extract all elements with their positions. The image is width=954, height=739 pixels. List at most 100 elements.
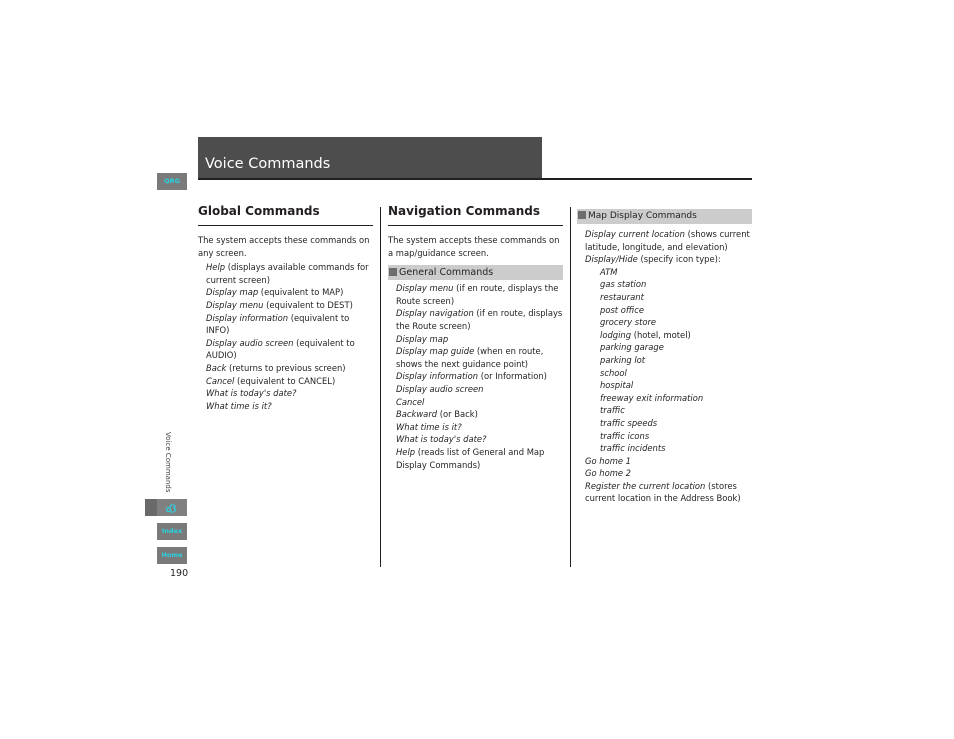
command-phrase: Display/Hide — [585, 254, 638, 265]
command-phrase: post office — [600, 304, 645, 315]
navigation-commands-heading: Navigation Commands — [388, 205, 563, 226]
global-commands-section: Global Commands The system accepts these… — [198, 205, 373, 412]
command-item: Register the current location (stores cu… — [585, 480, 752, 505]
page-number: 190 — [170, 568, 189, 579]
command-item: parking lot — [585, 354, 752, 367]
chapter-label: Voice Commands — [164, 432, 172, 493]
command-item: Display audio screen — [396, 383, 563, 396]
map-display-commands-label: Map Display Commands — [588, 211, 697, 221]
command-item: Display audio screen (equivalent to AUDI… — [206, 337, 373, 362]
command-item: Display menu (if en route, displays the … — [396, 282, 563, 307]
command-item: school — [585, 367, 752, 380]
command-phrase: freeway exit information — [600, 392, 704, 403]
home-label: Home — [161, 551, 183, 559]
command-phrase: Register the current location — [585, 480, 706, 491]
command-phrase: Display audio screen — [396, 383, 484, 394]
command-item: traffic speeds — [585, 417, 752, 430]
command-phrase: Go home 2 — [585, 468, 632, 479]
command-phrase: Help — [396, 446, 416, 457]
voice-commands-tab[interactable] — [145, 499, 187, 516]
command-phrase: traffic incidents — [600, 443, 666, 454]
command-phrase: Cancel — [206, 375, 235, 386]
command-item: Display current location (shows current … — [585, 228, 752, 253]
home-tab[interactable]: Home — [157, 547, 187, 564]
command-phrase: gas station — [600, 279, 647, 290]
command-item: What time is it? — [396, 421, 563, 434]
command-item: Display information (equivalent to INFO) — [206, 312, 373, 337]
command-phrase: traffic speeds — [600, 417, 658, 428]
command-item: Cancel (equivalent to CANCEL) — [206, 375, 373, 388]
command-description: (or Back) — [437, 409, 478, 420]
global-intro: The system accepts these commands on any… — [198, 235, 370, 258]
command-item: ATM — [585, 266, 752, 279]
command-phrase: Display map — [396, 333, 449, 344]
command-phrase: grocery store — [600, 317, 657, 328]
command-phrase: Display navigation — [396, 308, 474, 319]
map-display-commands-section: Map Display Commands Display current loc… — [577, 209, 752, 505]
command-phrase: Display menu — [396, 283, 454, 294]
command-item: lodging (hotel, motel) — [585, 329, 752, 342]
command-item: Display map — [396, 333, 563, 346]
command-phrase: What is today's date? — [396, 434, 487, 445]
command-phrase: restaurant — [600, 291, 644, 302]
command-item: Display menu (equivalent to DEST) — [206, 299, 373, 312]
command-description: (returns to previous screen) — [226, 362, 346, 373]
column-divider — [570, 207, 572, 567]
page-title-bar: Voice Commands — [198, 137, 542, 178]
command-item: parking garage — [585, 341, 752, 354]
command-description: (or Information) — [478, 371, 547, 382]
command-phrase: lodging — [600, 329, 632, 340]
command-item: Help (reads list of General and Map Disp… — [396, 446, 563, 471]
command-item: post office — [585, 304, 752, 317]
command-item: What is today's date? — [206, 387, 373, 400]
command-item: Go home 2 — [585, 467, 752, 480]
command-description: (reads list of General and Map Display C… — [396, 446, 545, 470]
section-square-icon — [389, 267, 397, 276]
command-phrase: What is today's date? — [206, 388, 297, 399]
command-phrase: hospital — [600, 380, 634, 391]
command-description: (equivalent to MAP) — [258, 287, 344, 298]
command-phrase: parking garage — [600, 342, 664, 353]
command-phrase: Display current location — [585, 229, 685, 239]
command-item: grocery store — [585, 316, 752, 329]
command-phrase: What time is it? — [396, 421, 462, 432]
command-item: freeway exit information — [585, 392, 752, 405]
command-item: What is today's date? — [396, 433, 563, 446]
command-phrase: Cancel — [396, 396, 425, 407]
command-phrase: Display information — [396, 371, 479, 382]
command-item: Back (returns to previous screen) — [206, 362, 373, 375]
index-label: Index — [161, 527, 183, 535]
global-command-list: Help (displays available commands for cu… — [198, 261, 373, 412]
navigation-intro: The system accepts these commands on a m… — [388, 235, 560, 258]
command-phrase: ATM — [600, 266, 618, 277]
qrg-tab[interactable]: QRG — [157, 173, 187, 190]
map-display-command-list: Display current location (shows current … — [577, 228, 752, 505]
command-item: Display map guide (when en route, shows … — [396, 345, 563, 370]
qrg-label: QRG — [164, 177, 180, 185]
general-commands-label: General Commands — [399, 267, 494, 279]
command-item: hospital — [585, 379, 752, 392]
command-item: What time is it? — [206, 400, 373, 413]
command-phrase: Backward — [396, 409, 438, 420]
command-phrase: Display audio screen — [206, 337, 294, 348]
command-item: gas station — [585, 278, 752, 291]
command-description: (displays available commands for current… — [206, 262, 369, 285]
command-item: Display information (or Information) — [396, 370, 563, 383]
command-item: traffic icons — [585, 430, 752, 443]
command-item: Cancel — [396, 396, 563, 409]
command-item: Display navigation (if en route, display… — [396, 307, 563, 332]
section-square-icon — [578, 210, 586, 219]
command-phrase: Display menu — [206, 299, 264, 310]
command-item: restaurant — [585, 291, 752, 304]
command-item: Help (displays available commands for cu… — [206, 261, 373, 286]
command-phrase: school — [600, 367, 627, 378]
command-phrase: parking lot — [600, 354, 646, 365]
general-commands-heading: General Commands — [388, 265, 563, 281]
command-item: Backward (or Back) — [396, 408, 563, 421]
index-tab[interactable]: Index — [157, 523, 187, 540]
command-phrase: Display map — [206, 287, 259, 298]
command-description: (hotel, motel) — [631, 329, 691, 340]
general-command-list: Display menu (if en route, displays the … — [388, 282, 563, 471]
global-commands-heading: Global Commands — [198, 205, 373, 226]
command-phrase: traffic — [600, 405, 625, 416]
